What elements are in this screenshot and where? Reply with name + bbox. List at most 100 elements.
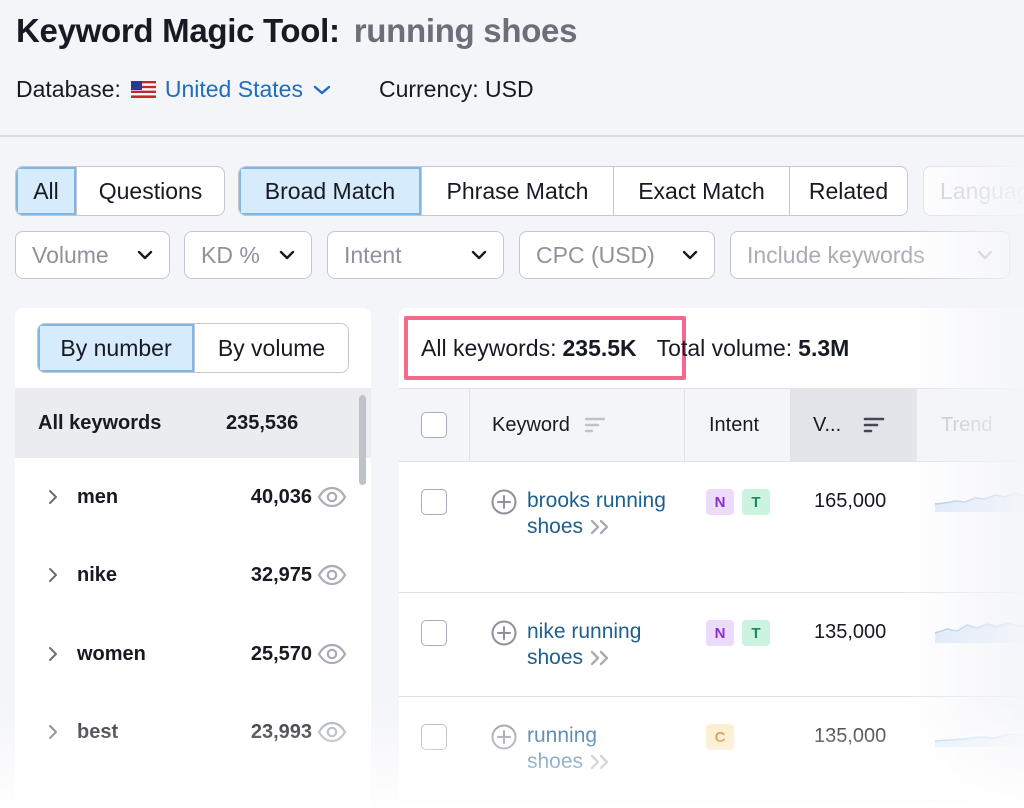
- currency-label: Currency: USD: [378, 76, 534, 102]
- column-keyword[interactable]: Keyword: [470, 389, 685, 461]
- column-intent[interactable]: Intent: [685, 389, 791, 461]
- languages-dropdown[interactable]: Languages: [923, 166, 1024, 216]
- column-volume[interactable]: V...: [791, 389, 917, 461]
- chevron-right-icon[interactable]: [47, 646, 59, 662]
- row-checkbox[interactable]: [421, 620, 447, 646]
- list-item[interactable]: nike 32,975: [15, 555, 355, 595]
- chevron-down-icon: [279, 250, 295, 260]
- question-filter-tabs: All Questions: [15, 166, 225, 216]
- results-summary: All keywords: 235.5K Total volume: 5.3M: [421, 335, 849, 362]
- kd-filter-label: KD %: [201, 241, 260, 268]
- intent-badge-navigational: N: [706, 489, 734, 515]
- database-dropdown[interactable]: United States: [165, 76, 303, 103]
- list-item[interactable]: women 25,570: [15, 634, 355, 674]
- chevron-right-icon[interactable]: [47, 567, 59, 583]
- eye-icon[interactable]: [317, 486, 347, 508]
- row-checkbox[interactable]: [421, 724, 447, 750]
- table-row: nike running shoes N T 135,000: [399, 593, 1024, 697]
- keyword-text: running shoes: [527, 724, 598, 773]
- tab-by-volume[interactable]: By volume: [194, 324, 348, 372]
- chevron-right-icon[interactable]: [47, 489, 59, 505]
- intent-filter-label: Intent: [344, 241, 402, 268]
- keyword-link[interactable]: nike running shoes: [527, 619, 667, 671]
- table-row: running shoes C 135,000: [399, 697, 1024, 801]
- volume-filter-label: Volume: [32, 241, 109, 268]
- intent-badges: N T: [706, 620, 770, 646]
- chevron-down-icon: [977, 250, 993, 260]
- column-keyword-label: Keyword: [492, 413, 570, 436]
- tab-questions[interactable]: Questions: [76, 167, 224, 215]
- chevron-down-icon[interactable]: [313, 84, 331, 96]
- keyword-link[interactable]: brooks running shoes: [527, 488, 677, 540]
- keyword-results-panel: All keywords: 235.5K Total volume: 5.3M …: [399, 308, 1024, 808]
- intent-badge-transactional: T: [742, 489, 770, 515]
- group-label: women: [77, 642, 146, 665]
- cpc-filter[interactable]: CPC (USD): [519, 231, 715, 279]
- double-chevron-right-icon[interactable]: [589, 753, 613, 771]
- intent-filter[interactable]: Intent: [327, 231, 504, 279]
- total-volume-label: Total volume:: [656, 335, 793, 361]
- select-all-checkbox[interactable]: [421, 412, 447, 438]
- double-chevron-right-icon[interactable]: [589, 649, 613, 667]
- table-header: Keyword Intent V... Trend: [399, 388, 1024, 462]
- tab-related[interactable]: Related: [789, 167, 907, 215]
- plus-circle-icon[interactable]: [491, 620, 517, 646]
- column-volume-label: V...: [813, 413, 842, 436]
- volume-filter[interactable]: Volume: [15, 231, 170, 279]
- column-trend[interactable]: Trend: [917, 389, 1024, 461]
- group-count: 40,036: [250, 485, 312, 508]
- eye-icon[interactable]: [317, 721, 347, 743]
- list-item[interactable]: best 23,993: [15, 712, 355, 752]
- all-keywords-label: All keywords:: [421, 335, 557, 361]
- volume-cell: 135,000: [814, 621, 887, 643]
- tab-broad-match[interactable]: Broad Match: [239, 167, 421, 215]
- all-keywords-value: 235.5K: [562, 335, 637, 361]
- group-label: men: [77, 485, 119, 508]
- row-checkbox[interactable]: [421, 489, 447, 515]
- intent-badges: C: [706, 724, 734, 750]
- database-label: Database:: [16, 76, 121, 102]
- chevron-down-icon: [137, 250, 153, 260]
- header-divider: [0, 135, 1024, 137]
- column-trend-label: Trend: [941, 413, 993, 436]
- group-sort-tabs: By number By volume: [37, 323, 349, 373]
- groups-scrollbar[interactable]: [359, 395, 366, 485]
- keyword-link[interactable]: running shoes: [527, 723, 627, 775]
- group-label: best: [77, 720, 119, 743]
- chevron-right-icon[interactable]: [47, 724, 59, 740]
- tab-by-number[interactable]: By number: [38, 324, 194, 372]
- page-header: Keyword Magic Tool: running shoes: [16, 12, 577, 50]
- group-all-keywords[interactable]: All keywords 235,536: [15, 388, 371, 458]
- plus-circle-icon[interactable]: [491, 724, 517, 750]
- plus-circle-icon[interactable]: [491, 489, 517, 515]
- kd-filter[interactable]: KD %: [184, 231, 312, 279]
- page-title: Keyword Magic Tool:: [16, 12, 340, 49]
- keyword-groups-panel: By number By volume All keywords 235,536…: [15, 308, 371, 808]
- eye-icon[interactable]: [317, 643, 347, 665]
- double-chevron-right-icon[interactable]: [589, 518, 613, 536]
- database-selector-row: Database: United States Currency: USD: [16, 76, 534, 103]
- tab-exact-match[interactable]: Exact Match: [613, 167, 789, 215]
- chevron-down-icon: [682, 250, 698, 260]
- include-keywords-filter[interactable]: Include keywords: [730, 231, 1010, 279]
- eye-icon[interactable]: [317, 564, 347, 586]
- trend-sparkline: [935, 733, 1024, 747]
- intent-badge-commercial: C: [706, 724, 734, 750]
- chevron-down-icon: [471, 250, 487, 260]
- tab-phrase-match[interactable]: Phrase Match: [421, 167, 613, 215]
- sort-icon[interactable]: [863, 417, 885, 433]
- group-all-count: 235,536: [226, 411, 299, 434]
- us-flag-icon: [130, 81, 156, 98]
- include-keywords-label: Include keywords: [747, 241, 925, 268]
- group-count: 23,993: [250, 720, 312, 743]
- sort-icon[interactable]: [584, 417, 606, 433]
- intent-badge-transactional: T: [742, 620, 770, 646]
- list-item[interactable]: men 40,036: [15, 477, 355, 517]
- trend-sparkline: [935, 622, 1024, 643]
- volume-cell: 165,000: [814, 490, 887, 512]
- intent-badges: N T: [706, 489, 770, 515]
- group-label: nike: [77, 563, 118, 586]
- match-type-tabs: Broad Match Phrase Match Exact Match Rel…: [238, 166, 908, 216]
- volume-cell: 135,000: [814, 725, 887, 747]
- tab-all[interactable]: All: [16, 167, 76, 215]
